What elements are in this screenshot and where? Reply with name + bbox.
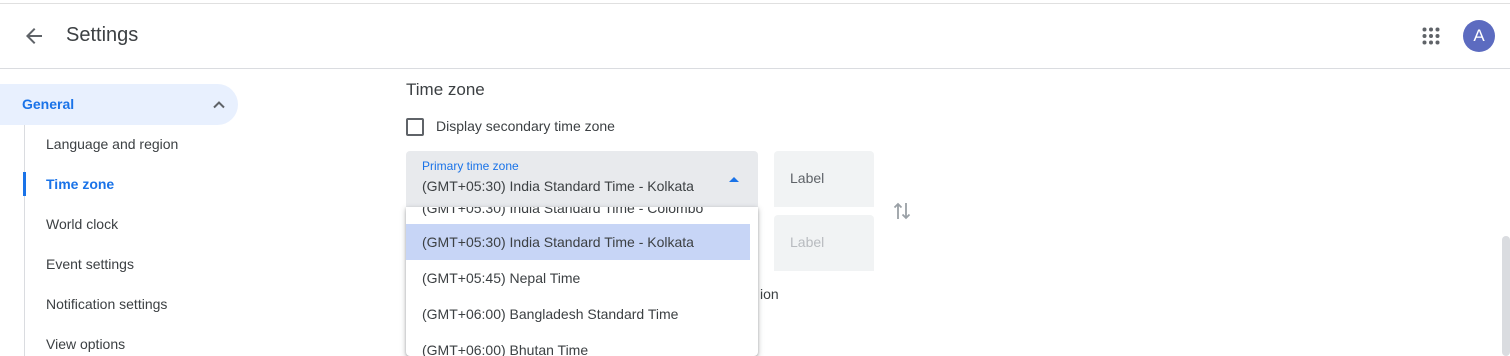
app-header: Settings A xyxy=(0,4,1510,69)
swap-vert-icon xyxy=(893,202,911,220)
time-zone-option[interactable]: (GMT+06:00) Bhutan Time xyxy=(406,332,750,356)
time-zone-option[interactable]: (GMT+06:00) Bangladesh Standard Time xyxy=(406,296,750,332)
dropdown-arrow-up-icon xyxy=(729,177,739,182)
sidebar-active-indicator xyxy=(23,172,26,196)
primary-label-field[interactable]: Label xyxy=(774,151,874,207)
sidebar-item-notification-settings[interactable]: Notification settings xyxy=(46,296,167,312)
apps-button[interactable] xyxy=(1413,18,1449,54)
sidebar-section-label: General xyxy=(22,96,75,112)
secondary-time-zone-label[interactable]: Display secondary time zone xyxy=(436,118,615,134)
sidebar-item-language-and-region[interactable]: Language and region xyxy=(46,136,178,152)
arrow-back-icon xyxy=(26,28,42,44)
page-title: Settings xyxy=(66,24,139,46)
time-zone-dropdown-menu: (GMT+05:30) India Standard Time - Colomb… xyxy=(406,207,758,356)
sidebar-item-world-clock[interactable]: World clock xyxy=(46,216,118,232)
time-zone-option[interactable]: (GMT+05:45) Nepal Time xyxy=(406,260,750,296)
select-value: (GMT+05:30) India Standard Time - Kolkat… xyxy=(422,178,694,194)
sidebar-item-event-settings[interactable]: Event settings xyxy=(46,256,134,272)
partial-setting-label: ion xyxy=(760,286,779,302)
sidebar-item-time-zone[interactable]: Time zone xyxy=(46,176,114,192)
label-placeholder: Label xyxy=(790,234,825,250)
primary-time-zone-select[interactable]: Primary time zone (GMT+05:30) India Stan… xyxy=(406,151,758,207)
back-button[interactable] xyxy=(14,18,54,54)
select-floating-label: Primary time zone xyxy=(422,159,519,173)
label-placeholder: Label xyxy=(790,170,825,186)
secondary-label-field[interactable]: Label xyxy=(774,215,874,271)
apps-grid-icon xyxy=(1422,27,1440,45)
page-scrollbar-thumb[interactable] xyxy=(1502,236,1510,356)
sidebar-tree-line xyxy=(24,125,25,356)
secondary-time-zone-checkbox[interactable] xyxy=(406,118,424,136)
section-title: Time zone xyxy=(406,80,485,99)
account-avatar[interactable]: A xyxy=(1463,20,1495,52)
sidebar-item-view-options[interactable]: View options xyxy=(46,336,125,352)
time-zone-option-selected[interactable]: (GMT+05:30) India Standard Time - Kolkat… xyxy=(406,224,750,260)
swap-time-zones-button[interactable] xyxy=(890,198,914,224)
chevron-up-icon xyxy=(213,101,225,109)
sidebar-section-general[interactable]: General xyxy=(0,84,238,125)
